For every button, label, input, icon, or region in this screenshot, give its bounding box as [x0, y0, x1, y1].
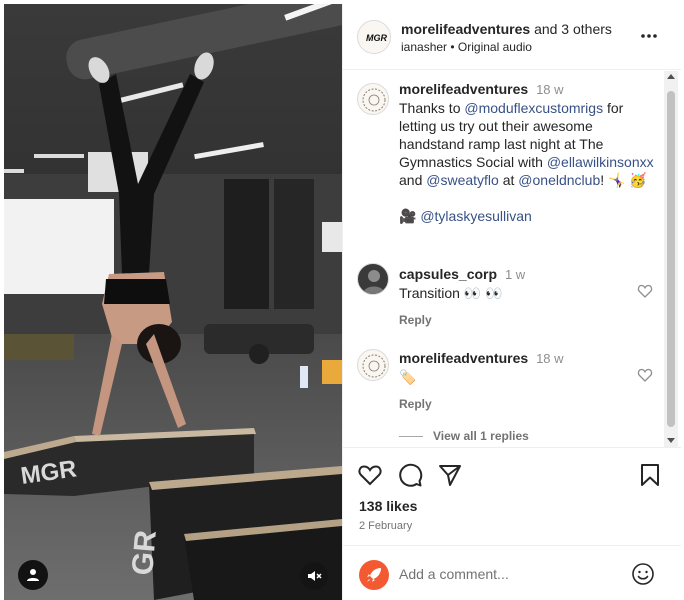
comments-list[interactable]: morelifeadventures 18 w Thanks to @moduf… [343, 71, 665, 447]
tag-mention-link[interactable]: @tylaskyesullivan [420, 208, 531, 224]
commenter-avatar[interactable] [357, 263, 389, 295]
mention-link[interactable]: @sweatyflo [426, 172, 499, 188]
svg-text:GR: GR [126, 529, 163, 577]
comment-time[interactable]: 18 w [536, 351, 563, 366]
post-date[interactable]: 2 February [359, 520, 412, 532]
scroll-up-arrow-icon[interactable] [667, 74, 675, 79]
reply-button[interactable]: Reply [399, 313, 432, 327]
like-heart-icon[interactable] [357, 462, 383, 488]
add-comment-bar [343, 545, 681, 600]
person-icon [27, 569, 39, 581]
caption-text: morelifeadventures 18 w Thanks to @moduf… [399, 80, 657, 225]
tagged-users-button[interactable] [18, 560, 48, 590]
post-details-panel: MGR morelifeadventures and 3 others iana… [342, 4, 681, 600]
post-header: MGR morelifeadventures and 3 others iana… [343, 4, 681, 70]
tag-emoji: 🎥 [399, 208, 417, 224]
caption-username[interactable]: morelifeadventures [399, 81, 528, 97]
mention-link[interactable]: @oneldnclub [518, 172, 600, 188]
caption-text-part: at [498, 172, 519, 188]
commenter-avatar[interactable] [357, 349, 389, 381]
scroll-down-arrow-icon[interactable] [667, 438, 675, 443]
badge-logo-icon [362, 88, 386, 112]
mute-button[interactable] [300, 562, 328, 590]
author-avatar[interactable]: MGR [357, 20, 391, 54]
share-send-icon[interactable] [437, 462, 463, 488]
svg-text:MGR: MGR [366, 33, 387, 43]
like-comment-heart-icon[interactable] [637, 367, 653, 383]
save-bookmark-icon[interactable] [637, 462, 663, 488]
caption-text-part: and [399, 172, 427, 188]
view-replies-label: View all 1 replies [433, 429, 529, 443]
badge-logo-icon [362, 354, 386, 378]
comments-scrollbar[interactable] [664, 71, 678, 447]
video-frame: MGR GR [4, 4, 342, 600]
caption-text-part: ! 🤸‍♀️ 🥳 [600, 172, 647, 188]
coauthors-link[interactable]: and 3 others [534, 21, 612, 37]
post-media[interactable]: MGR GR [4, 4, 342, 600]
more-options-icon[interactable] [639, 26, 659, 46]
profile-photo-icon [363, 270, 385, 294]
scrollbar-thumb[interactable] [667, 91, 675, 427]
post-actions: 138 likes 2 February [343, 447, 681, 545]
divider-line [399, 435, 423, 437]
audio-user[interactable]: ianasher [401, 40, 447, 54]
comment-username[interactable]: capsules_corp [399, 266, 497, 282]
emoji-picker-icon[interactable] [631, 562, 655, 586]
caption-text-part: Thanks to [399, 100, 465, 116]
likes-count[interactable]: 138 likes [359, 498, 417, 514]
post-authors[interactable]: morelifeadventures and 3 others [401, 21, 612, 37]
audio-info: ianasher • Original audio [401, 40, 532, 54]
separator-dot: • [450, 40, 455, 54]
comment-text: Transition 👀 👀 [399, 285, 503, 301]
reply-button[interactable]: Reply [399, 397, 432, 411]
comment-body: capsules_corp 1 w Transition 👀 👀 [399, 265, 639, 302]
comment-time[interactable]: 1 w [505, 267, 525, 282]
comment-username[interactable]: morelifeadventures [399, 350, 528, 366]
author-username[interactable]: morelifeadventures [401, 21, 530, 37]
author-logo-icon: MGR [366, 33, 387, 43]
comment-bubble-icon[interactable] [397, 462, 423, 488]
comment-input[interactable] [399, 562, 609, 586]
comment-text: 🏷️ [399, 369, 417, 385]
mention-link[interactable]: @ellawilkinsonxx [547, 154, 654, 170]
like-comment-heart-icon[interactable] [637, 283, 653, 299]
caption-time[interactable]: 18 w [536, 82, 563, 97]
caption-avatar[interactable] [357, 83, 389, 115]
rocket-icon [367, 568, 381, 582]
composer-avatar [359, 560, 389, 590]
view-replies-button[interactable]: View all 1 replies [399, 429, 529, 443]
speaker-muted-icon [308, 571, 322, 581]
mention-link[interactable]: @moduflexcustomrigs [464, 100, 603, 116]
audio-label[interactable]: Original audio [458, 40, 532, 54]
comment-body: morelifeadventures 18 w 🏷️ [399, 349, 639, 386]
